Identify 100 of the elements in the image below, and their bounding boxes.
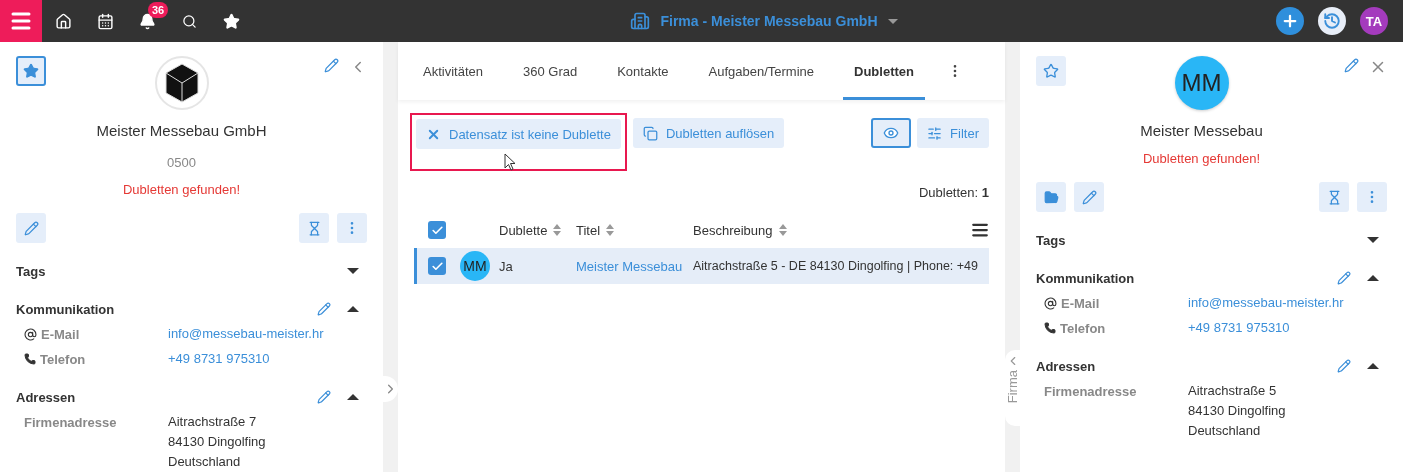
menu-button[interactable] [0,0,42,42]
star-icon [1043,63,1059,79]
user-avatar[interactable]: TA [1360,7,1388,35]
home-icon [54,12,72,30]
warning-text: Dubletten gefunden! [1142,151,1261,166]
pencil-icon[interactable] [317,302,331,316]
sort-icon[interactable] [778,224,787,236]
collapse-caret-icon[interactable] [1367,363,1379,369]
field-label: E-Mail [1061,295,1100,311]
phone-icon [24,353,36,365]
tab[interactable]: Aufgaben/Termine [697,42,826,100]
side-tab[interactable]: Firma [1005,350,1020,426]
email-link[interactable]: info@messebau-meister.hr [168,324,324,344]
section-title: Adressen [1036,358,1096,374]
hourglass-button[interactable] [1319,182,1349,212]
star-icon [23,63,39,79]
not-duplicate-button[interactable]: Datensatz ist keine Dublette [416,119,621,149]
eye-icon [883,125,900,141]
plus-icon [1281,12,1299,30]
field-label: E-Mail [41,326,80,342]
section-title: Tags [1036,232,1066,248]
tab[interactable]: Kontakte [606,42,680,100]
folder-button[interactable] [1036,182,1066,212]
field-label: Telefon [40,351,86,367]
address-line: Deutschland [168,453,241,471]
pencil-icon [23,220,39,236]
avatar: MM [1174,56,1229,110]
sort-icon[interactable] [606,224,615,236]
folder-icon [1043,189,1059,205]
resolve-duplicates-button[interactable]: Dubletten auflösen [632,118,785,148]
phone-link[interactable]: +49 8731 975310 [168,349,270,369]
filter-button[interactable]: Filter [917,118,989,148]
sliders-icon [927,125,943,141]
record-name: Meister Messebau GmbH [96,122,267,139]
tab[interactable]: Aktivitäten [412,42,494,100]
bell-icon [138,12,156,30]
check-icon [430,223,444,237]
pencil-icon[interactable] [1337,359,1351,373]
field-label: Firmenadresse [1044,383,1137,399]
edit-button[interactable] [16,213,46,243]
address-line: Deutschland [1188,422,1261,440]
address-line: Aitrachstraße 7 [168,413,257,431]
at-icon [24,327,37,341]
record-title-dropdown[interactable]: Firma - Meister Messebau GmbH [626,11,902,31]
column-header[interactable]: Beschreibung [693,222,773,238]
favorite-button[interactable] [1036,56,1066,86]
history-icon [1323,12,1341,30]
expand-handle[interactable] [383,376,398,402]
pencil-icon[interactable] [324,58,339,73]
calendar-icon [96,12,114,30]
section-title: Kommunikation [1036,270,1135,286]
add-button[interactable] [1276,7,1304,35]
phone-icon [1044,322,1056,334]
sort-icon[interactable] [553,224,562,236]
view-toggle-button[interactable] [871,118,912,148]
table-cell: Ja [499,258,513,274]
collapse-caret-icon[interactable] [1367,275,1379,281]
avatar: MM [460,251,490,281]
hourglass-button[interactable] [299,213,329,243]
tab[interactable]: 360 Grad [512,42,589,100]
notification-badge: 36 [148,2,169,18]
column-header[interactable]: Titel [576,222,601,238]
building-icon [630,11,651,31]
company-logo [154,56,209,110]
table-cell: Aitrachstraße 5 - DE 84130 Dingolfing | Phone: +49 [693,259,978,273]
pencil-icon[interactable] [317,390,331,404]
pencil-icon[interactable] [1344,58,1359,73]
history-button[interactable] [1318,7,1346,35]
select-all-checkbox[interactable] [428,221,446,239]
copy-icon [642,125,658,141]
address-line: 84130 Dingolfing [1188,402,1286,420]
email-link[interactable]: info@messebau-meister.hr [1188,293,1344,313]
star-icon [222,12,240,30]
expand-caret-icon[interactable] [1367,237,1379,243]
column-header[interactable]: Dublette [499,222,548,238]
phone-link[interactable]: +49 8731 975310 [1188,318,1290,338]
at-icon [1044,296,1057,310]
pencil-icon [1081,189,1097,205]
section-title: Tags [16,263,46,279]
address-line: Aitrachstraße 5 [1188,382,1277,400]
record-number: 0500 [167,155,196,170]
check-icon [430,259,444,273]
collapse-caret-icon[interactable] [347,306,359,312]
bell-button[interactable]: 36 [126,0,168,42]
record-name: Meister Messebau [1140,122,1263,139]
field-label: Telefon [1060,320,1106,336]
section-title: Kommunikation [16,301,115,317]
caret-icon [887,18,898,24]
row-checkbox[interactable] [428,257,446,275]
tab[interactable]: Dubletten [843,42,925,100]
cursor-icon [504,153,516,171]
pencil-icon[interactable] [1337,271,1351,285]
search-icon [181,13,197,29]
collapse-caret-icon[interactable] [347,394,359,400]
favorite-button[interactable] [16,56,46,86]
expand-caret-icon[interactable] [347,268,359,274]
column-menu-icon[interactable] [971,221,989,239]
address-line: 84130 Dingolfing [168,433,266,451]
edit-button[interactable] [1074,182,1104,212]
field-label: Firmenadresse [24,414,117,430]
